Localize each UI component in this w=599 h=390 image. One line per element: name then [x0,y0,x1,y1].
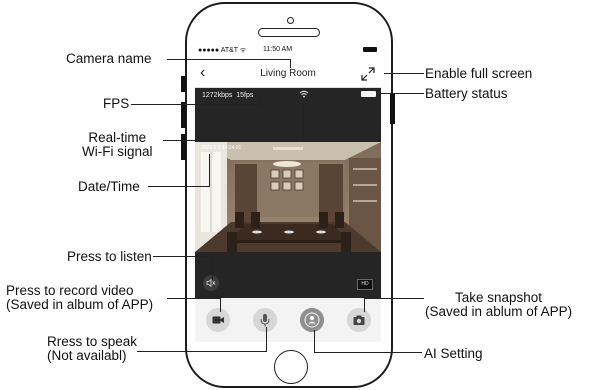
label-battery: Battery status [425,86,508,101]
leader-fps [131,104,261,105]
leader-ai [314,352,422,353]
leader-record [220,298,221,312]
status-bar: ●●●●● AT&T ᯤ 11:50 AM [195,44,381,56]
label-datetime: Date/Time [78,179,140,194]
label-listen: Press to listen [67,249,152,264]
fullscreen-icon[interactable] [361,67,375,81]
label-fullscreen: Enable full screen [425,66,533,81]
live-view: 1272kbps 15fps 2023.1.3 14:24:01 HD [195,88,381,298]
wifi-icon [299,90,309,98]
phone-power-button [390,94,395,124]
label-record-line1: Press to record video [6,283,134,298]
label-camera-name: Camera name [66,51,152,66]
leader-camera-name [167,59,291,60]
clock-label: 11:50 AM [263,46,293,53]
microphone-icon[interactable] [253,308,277,332]
label-record-line2: (Saved in album of APP) [6,297,154,312]
battery-icon [361,91,376,97]
camera-name: Living Room [260,68,316,79]
label-snapshot-line1: Take snapshot [455,290,543,305]
hd-quality-button[interactable]: HD [357,279,373,290]
leader-snapshot [364,298,365,312]
leader-wifi [163,140,304,141]
label-snapshot: Take snapshot (Saved in ablum of APP) [425,291,572,319]
video-camera-icon[interactable] [206,308,230,332]
leader-battery [378,93,424,94]
leader-listen [212,256,213,280]
label-record: Press to record video (Saved in album of… [6,284,153,312]
label-speak-line2: (Not availabl) [47,348,127,363]
app-screen: ●●●●● AT&T ᯤ 11:50 AM ‹ Living Room 1272… [195,44,381,342]
home-button[interactable] [274,350,308,384]
label-wifi: Real-time Wi-Fi signal [82,131,153,159]
leader-snapshot [364,298,424,299]
phone-side-button [181,134,186,160]
nav-bar: ‹ Living Room [195,60,381,88]
label-ai-setting: AI Setting [424,346,483,361]
label-speak: Rress to speak (Not availabl) [47,335,137,363]
leader-datetime [148,186,210,187]
fps-value: 15fps [236,92,254,99]
leader-ai [314,330,315,352]
camera-video-feed [195,142,381,252]
speaker-mute-icon[interactable] [203,275,219,291]
leader-record [167,298,221,299]
bitrate-value: 1272kbps [202,92,233,99]
phone-side-button [181,102,186,128]
leader-fullscreen [384,73,424,74]
camera-snapshot-icon[interactable] [347,308,371,332]
control-bar [195,298,381,342]
ai-person-icon[interactable] [300,308,324,332]
label-wifi-line2: Wi-Fi signal [82,144,153,159]
bitrate-fps-label: 1272kbps 15fps [202,92,253,99]
leader-listen [153,256,213,257]
earpiece-speaker [258,28,320,37]
label-speak-line1: Rress to speak [47,334,138,349]
leader-speak [137,351,267,352]
leader-fps [260,96,261,105]
leader-wifi [303,98,304,141]
leader-camera-name [290,59,291,68]
carrier-label: ●●●●● AT&T ᯤ [198,47,247,54]
label-snapshot-line2: (Saved in ablum of APP) [425,304,573,319]
phone-side-button [181,76,186,92]
phone-battery-icon [363,47,377,52]
leader-datetime [209,154,210,187]
label-wifi-line1: Real-time [88,130,147,145]
leader-speak [266,327,267,352]
front-camera [287,17,294,24]
timestamp-overlay: 2023.1.3 14:24:01 [201,145,242,151]
label-fps: FPS [103,96,130,111]
